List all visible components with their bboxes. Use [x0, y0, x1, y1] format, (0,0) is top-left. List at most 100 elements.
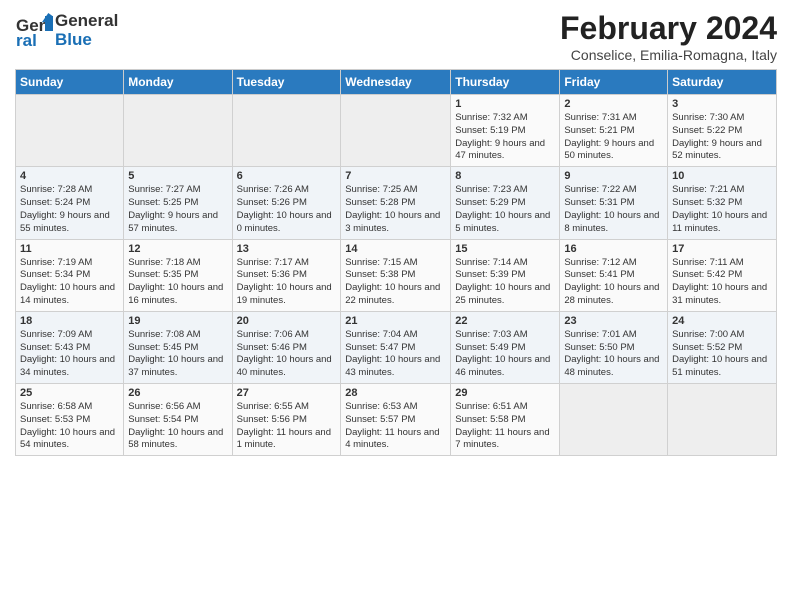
- day-info: Sunrise: 7:30 AM Sunset: 5:22 PM Dayligh…: [672, 112, 772, 163]
- calendar-cell: [16, 95, 124, 167]
- day-number: 22: [455, 315, 555, 327]
- day-number: 4: [20, 170, 119, 182]
- calendar-cell: [124, 95, 232, 167]
- calendar-cell: 14 Sunrise: 7:15 AM Sunset: 5:38 PM Dayli…: [341, 239, 451, 311]
- day-info: Sunrise: 7:14 AM Sunset: 5:39 PM Dayligh…: [455, 257, 555, 308]
- calendar-cell: 19Sunrise: 7:08 AM Sunset: 5:45 PM Dayli…: [124, 311, 232, 383]
- day-number: 27: [237, 387, 337, 399]
- calendar-cell: [560, 384, 668, 456]
- page-title: February 2024: [560, 10, 777, 47]
- day-number: 23: [564, 315, 663, 327]
- calendar-cell: 10 Sunrise: 7:21 AM Sunset: 5:32 PM Dayli…: [668, 167, 777, 239]
- day-info: Sunrise: 7:12 AM Sunset: 5:41 PM Dayligh…: [564, 257, 663, 308]
- day-info: Sunrise: 7:06 AM Sunset: 5:46 PM Dayligh…: [237, 329, 337, 380]
- day-info: Sunrise: 7:17 AM Sunset: 5:36 PM Dayligh…: [237, 257, 337, 308]
- calendar-cell: 8 Sunrise: 7:23 AM Sunset: 5:29 PM Daylig…: [451, 167, 560, 239]
- day-number: 8: [455, 170, 555, 182]
- calendar-cell: [341, 95, 451, 167]
- page-container: Gene ral General Blue February 2024 Cons…: [0, 0, 792, 466]
- calendar-cell: 7 Sunrise: 7:25 AM Sunset: 5:28 PM Daylig…: [341, 167, 451, 239]
- calendar-table: Sunday Monday Tuesday Wednesday Thursday…: [15, 69, 777, 456]
- day-number: 12: [128, 243, 227, 255]
- day-number: 17: [672, 243, 772, 255]
- day-info: Sunrise: 7:27 AM Sunset: 5:25 PM Dayligh…: [128, 184, 227, 235]
- calendar-cell: 9 Sunrise: 7:22 AM Sunset: 5:31 PM Daylig…: [560, 167, 668, 239]
- col-thursday: Thursday: [451, 70, 560, 95]
- day-number: 21: [345, 315, 446, 327]
- day-number: 11: [20, 243, 119, 255]
- title-area: February 2024 Conselice, Emilia-Romagna,…: [560, 10, 777, 63]
- col-saturday: Saturday: [668, 70, 777, 95]
- calendar-cell: 2 Sunrise: 7:31 AM Sunset: 5:21 PM Daylig…: [560, 95, 668, 167]
- day-info: Sunrise: 7:11 AM Sunset: 5:42 PM Dayligh…: [672, 257, 772, 308]
- calendar-cell: 15 Sunrise: 7:14 AM Sunset: 5:39 PM Dayli…: [451, 239, 560, 311]
- col-monday: Monday: [124, 70, 232, 95]
- calendar-cell: 13 Sunrise: 7:17 AM Sunset: 5:36 PM Dayli…: [232, 239, 341, 311]
- calendar-cell: 18Sunrise: 7:09 AM Sunset: 5:43 PM Dayli…: [16, 311, 124, 383]
- day-info: Sunrise: 7:22 AM Sunset: 5:31 PM Dayligh…: [564, 184, 663, 235]
- day-number: 14: [345, 243, 446, 255]
- day-info: Sunrise: 7:25 AM Sunset: 5:28 PM Dayligh…: [345, 184, 446, 235]
- day-number: 13: [237, 243, 337, 255]
- calendar-cell: [668, 384, 777, 456]
- day-number: 10: [672, 170, 772, 182]
- calendar-cell: 27 Sunrise: 6:55 AM Sunset: 5:56 PM Dayli…: [232, 384, 341, 456]
- calendar-week-2: 11 Sunrise: 7:19 AM Sunset: 5:34 PM Dayli…: [16, 239, 777, 311]
- calendar-cell: 25 Sunrise: 6:58 AM Sunset: 5:53 PM Dayli…: [16, 384, 124, 456]
- calendar-cell: 3 Sunrise: 7:30 AM Sunset: 5:22 PM Daylig…: [668, 95, 777, 167]
- calendar-cell: 23Sunrise: 7:01 AM Sunset: 5:50 PM Dayli…: [560, 311, 668, 383]
- calendar-week-4: 25 Sunrise: 6:58 AM Sunset: 5:53 PM Dayli…: [16, 384, 777, 456]
- calendar-cell: 28Sunrise: 6:53 AM Sunset: 5:57 PM Dayli…: [341, 384, 451, 456]
- day-info: Sunrise: 7:23 AM Sunset: 5:29 PM Dayligh…: [455, 184, 555, 235]
- day-number: 2: [564, 98, 663, 110]
- calendar-cell: 16 Sunrise: 7:12 AM Sunset: 5:41 PM Dayli…: [560, 239, 668, 311]
- day-number: 9: [564, 170, 663, 182]
- day-number: 3: [672, 98, 772, 110]
- day-info: Sunrise: 7:00 AM Sunset: 5:52 PM Dayligh…: [672, 329, 772, 380]
- calendar-cell: 12 Sunrise: 7:18 AM Sunset: 5:35 PM Dayli…: [124, 239, 232, 311]
- day-number: 15: [455, 243, 555, 255]
- day-info: Sunrise: 6:56 AM Sunset: 5:54 PM Dayligh…: [128, 401, 227, 452]
- day-info: Sunrise: 7:04 AM Sunset: 5:47 PM Dayligh…: [345, 329, 446, 380]
- day-number: 24: [672, 315, 772, 327]
- logo-blue-text: Blue: [55, 31, 118, 50]
- calendar-cell: 21 Sunrise: 7:04 AM Sunset: 5:47 PM Dayli…: [341, 311, 451, 383]
- day-number: 6: [237, 170, 337, 182]
- col-sunday: Sunday: [16, 70, 124, 95]
- page-subtitle: Conselice, Emilia-Romagna, Italy: [560, 47, 777, 63]
- day-number: 25: [20, 387, 119, 399]
- day-number: 1: [455, 98, 555, 110]
- calendar-week-1: 4Sunrise: 7:28 AM Sunset: 5:24 PM Daylig…: [16, 167, 777, 239]
- calendar-cell: [232, 95, 341, 167]
- header: Gene ral General Blue February 2024 Cons…: [15, 10, 777, 63]
- calendar-week-0: 1 Sunrise: 7:32 AM Sunset: 5:19 PM Daylig…: [16, 95, 777, 167]
- day-number: 20: [237, 315, 337, 327]
- col-friday: Friday: [560, 70, 668, 95]
- calendar-cell: 6 Sunrise: 7:26 AM Sunset: 5:26 PM Daylig…: [232, 167, 341, 239]
- logo-icon: Gene ral: [15, 11, 53, 49]
- day-info: Sunrise: 6:55 AM Sunset: 5:56 PM Dayligh…: [237, 401, 337, 452]
- day-number: 7: [345, 170, 446, 182]
- calendar-cell: 11 Sunrise: 7:19 AM Sunset: 5:34 PM Dayli…: [16, 239, 124, 311]
- day-info: Sunrise: 7:19 AM Sunset: 5:34 PM Dayligh…: [20, 257, 119, 308]
- day-info: Sunrise: 7:21 AM Sunset: 5:32 PM Dayligh…: [672, 184, 772, 235]
- day-info: Sunrise: 7:15 AM Sunset: 5:38 PM Dayligh…: [345, 257, 446, 308]
- calendar-header-row: Sunday Monday Tuesday Wednesday Thursday…: [16, 70, 777, 95]
- day-info: Sunrise: 7:31 AM Sunset: 5:21 PM Dayligh…: [564, 112, 663, 163]
- calendar-cell: 5 Sunrise: 7:27 AM Sunset: 5:25 PM Daylig…: [124, 167, 232, 239]
- day-number: 29: [455, 387, 555, 399]
- calendar-week-3: 18Sunrise: 7:09 AM Sunset: 5:43 PM Dayli…: [16, 311, 777, 383]
- day-info: Sunrise: 7:18 AM Sunset: 5:35 PM Dayligh…: [128, 257, 227, 308]
- calendar-cell: 1 Sunrise: 7:32 AM Sunset: 5:19 PM Daylig…: [451, 95, 560, 167]
- day-number: 16: [564, 243, 663, 255]
- day-number: 5: [128, 170, 227, 182]
- calendar-cell: 29Sunrise: 6:51 AM Sunset: 5:58 PM Dayli…: [451, 384, 560, 456]
- calendar-cell: 26Sunrise: 6:56 AM Sunset: 5:54 PM Dayli…: [124, 384, 232, 456]
- day-info: Sunrise: 7:26 AM Sunset: 5:26 PM Dayligh…: [237, 184, 337, 235]
- day-info: Sunrise: 6:58 AM Sunset: 5:53 PM Dayligh…: [20, 401, 119, 452]
- svg-text:ral: ral: [16, 31, 37, 49]
- logo: Gene ral General Blue: [15, 10, 118, 49]
- day-info: Sunrise: 7:09 AM Sunset: 5:43 PM Dayligh…: [20, 329, 119, 380]
- day-info: Sunrise: 7:32 AM Sunset: 5:19 PM Dayligh…: [455, 112, 555, 163]
- day-number: 28: [345, 387, 446, 399]
